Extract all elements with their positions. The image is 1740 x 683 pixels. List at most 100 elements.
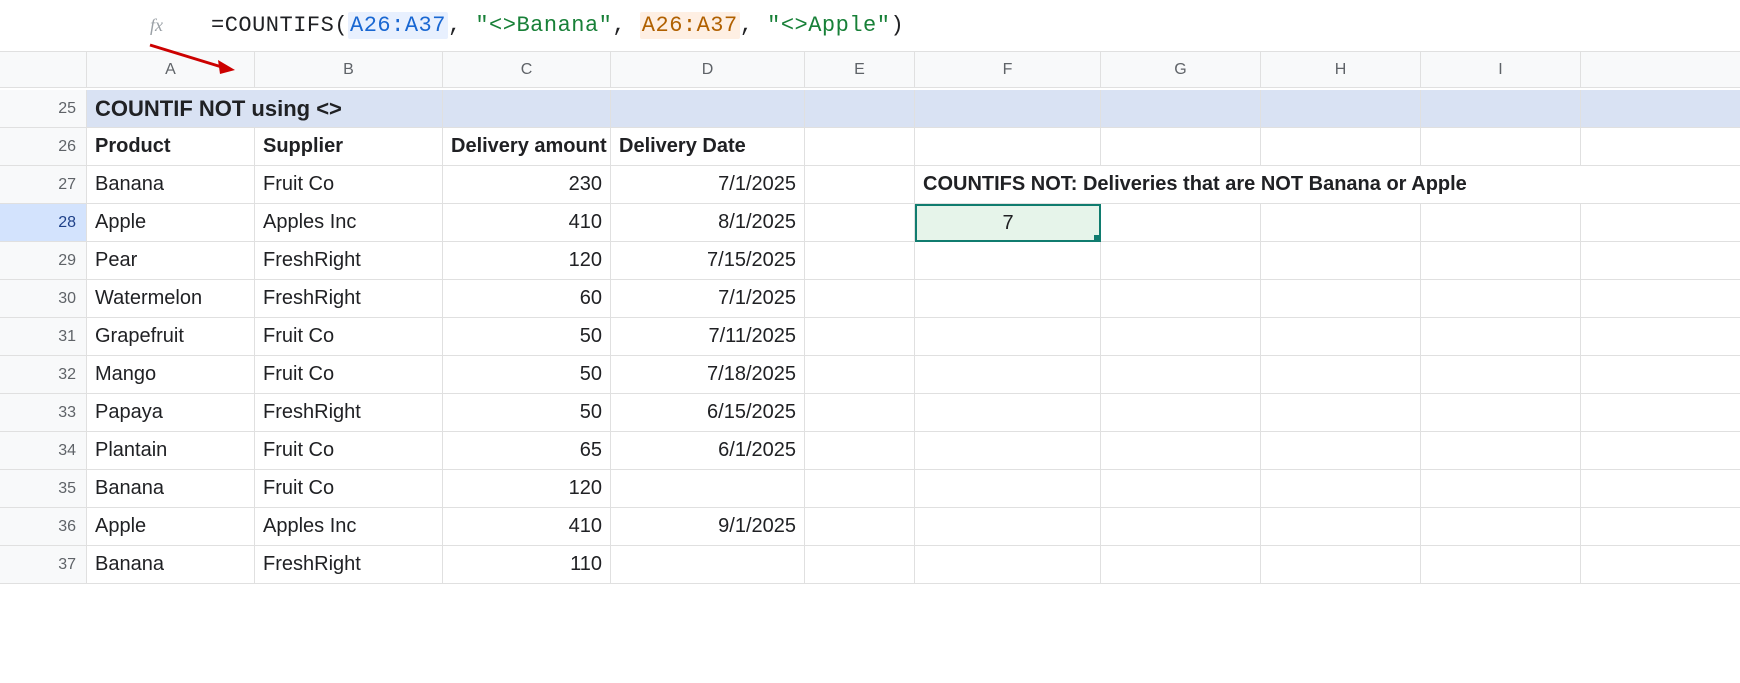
cell[interactable] xyxy=(805,508,915,546)
cell-product[interactable]: Banana xyxy=(87,546,255,584)
cell[interactable] xyxy=(1261,394,1421,432)
cell[interactable] xyxy=(805,204,915,242)
row-header-32[interactable]: 32 xyxy=(0,356,87,394)
cell-product[interactable]: Papaya xyxy=(87,394,255,432)
cell[interactable] xyxy=(1101,90,1261,128)
cell[interactable] xyxy=(1421,128,1581,166)
cell[interactable] xyxy=(1101,128,1261,166)
row-header-26[interactable]: 26 xyxy=(0,128,87,166)
col-header-E[interactable]: E xyxy=(805,52,915,88)
cell-supplier[interactable]: FreshRight xyxy=(255,394,443,432)
cell[interactable] xyxy=(805,318,915,356)
cell[interactable] xyxy=(1261,508,1421,546)
col-header-extra[interactable] xyxy=(1581,52,1740,88)
result-label[interactable]: COUNTIFS NOT: Deliveries that are NOT Ba… xyxy=(915,166,1740,204)
header-date[interactable]: Delivery Date xyxy=(611,128,805,166)
cell[interactable] xyxy=(1421,318,1581,356)
cell-amount[interactable]: 50 xyxy=(443,356,611,394)
col-header-I[interactable]: I xyxy=(1421,52,1581,88)
cell-date[interactable]: 8/1/2025 xyxy=(611,204,805,242)
cell-date[interactable] xyxy=(611,470,805,508)
cell-date[interactable]: 6/15/2025 xyxy=(611,394,805,432)
cell[interactable] xyxy=(443,90,611,128)
cell[interactable] xyxy=(805,470,915,508)
select-all-corner[interactable] xyxy=(0,52,87,88)
cell[interactable] xyxy=(1581,242,1740,280)
cell[interactable] xyxy=(915,546,1101,584)
cell[interactable] xyxy=(805,356,915,394)
cell[interactable] xyxy=(1421,204,1581,242)
cell[interactable] xyxy=(1101,204,1261,242)
cell-supplier[interactable]: FreshRight xyxy=(255,280,443,318)
cell-supplier[interactable]: Fruit Co xyxy=(255,318,443,356)
cell[interactable] xyxy=(1261,90,1421,128)
cell[interactable] xyxy=(1421,394,1581,432)
cell-supplier[interactable]: Fruit Co xyxy=(255,470,443,508)
cell[interactable] xyxy=(1101,318,1261,356)
cell-product[interactable]: Watermelon xyxy=(87,280,255,318)
row-header-30[interactable]: 30 xyxy=(0,280,87,318)
cell[interactable] xyxy=(1101,356,1261,394)
row-header-36[interactable]: 36 xyxy=(0,508,87,546)
cell-amount[interactable]: 50 xyxy=(443,394,611,432)
cell[interactable] xyxy=(1261,128,1421,166)
section-title[interactable]: COUNTIF NOT using <> xyxy=(87,90,443,128)
cell[interactable] xyxy=(915,508,1101,546)
cell-amount[interactable]: 65 xyxy=(443,432,611,470)
cell[interactable] xyxy=(1581,356,1740,394)
col-header-G[interactable]: G xyxy=(1101,52,1261,88)
cell[interactable] xyxy=(1261,546,1421,584)
row-header-33[interactable]: 33 xyxy=(0,394,87,432)
row-header-31[interactable]: 31 xyxy=(0,318,87,356)
row-header-27[interactable]: 27 xyxy=(0,166,87,204)
cell[interactable] xyxy=(1421,90,1581,128)
cell-amount[interactable]: 60 xyxy=(443,280,611,318)
col-header-H[interactable]: H xyxy=(1261,52,1421,88)
cell[interactable] xyxy=(1581,90,1740,128)
cell[interactable] xyxy=(1261,470,1421,508)
cell[interactable] xyxy=(1101,280,1261,318)
cell[interactable] xyxy=(1421,470,1581,508)
active-cell-result[interactable]: 7 xyxy=(915,204,1101,242)
cell-product[interactable]: Mango xyxy=(87,356,255,394)
col-header-A[interactable]: A xyxy=(87,52,255,88)
cell-product[interactable]: Banana xyxy=(87,166,255,204)
cell[interactable] xyxy=(1581,508,1740,546)
cell-date[interactable]: 7/18/2025 xyxy=(611,356,805,394)
cell[interactable] xyxy=(805,432,915,470)
cell[interactable] xyxy=(1101,470,1261,508)
row-header-28[interactable]: 28 xyxy=(0,204,87,242)
cell[interactable] xyxy=(1581,318,1740,356)
cell[interactable] xyxy=(1421,356,1581,394)
cell[interactable] xyxy=(1581,128,1740,166)
cell[interactable] xyxy=(1581,394,1740,432)
cell[interactable] xyxy=(915,356,1101,394)
cell[interactable] xyxy=(915,90,1101,128)
cell[interactable] xyxy=(915,394,1101,432)
cell-supplier[interactable]: Fruit Co xyxy=(255,432,443,470)
cell-date[interactable]: 7/15/2025 xyxy=(611,242,805,280)
cell[interactable] xyxy=(915,318,1101,356)
cell-date[interactable]: 9/1/2025 xyxy=(611,508,805,546)
cell[interactable] xyxy=(1261,204,1421,242)
cell[interactable] xyxy=(915,242,1101,280)
cell[interactable] xyxy=(1581,280,1740,318)
cell[interactable] xyxy=(1101,394,1261,432)
cell-amount[interactable]: 50 xyxy=(443,318,611,356)
cell-supplier[interactable]: FreshRight xyxy=(255,242,443,280)
cell[interactable] xyxy=(1101,432,1261,470)
cell-product[interactable]: Plantain xyxy=(87,432,255,470)
col-header-F[interactable]: F xyxy=(915,52,1101,88)
cell-supplier[interactable]: Apples Inc xyxy=(255,508,443,546)
cell[interactable] xyxy=(611,90,805,128)
cell[interactable] xyxy=(805,128,915,166)
cell[interactable] xyxy=(805,166,915,204)
cell-product[interactable]: Grapefruit xyxy=(87,318,255,356)
fill-handle[interactable] xyxy=(1094,235,1101,242)
header-supplier[interactable]: Supplier xyxy=(255,128,443,166)
cell[interactable] xyxy=(915,432,1101,470)
cell[interactable] xyxy=(1421,432,1581,470)
cell[interactable] xyxy=(805,90,915,128)
cell[interactable] xyxy=(1101,546,1261,584)
cell[interactable] xyxy=(915,128,1101,166)
